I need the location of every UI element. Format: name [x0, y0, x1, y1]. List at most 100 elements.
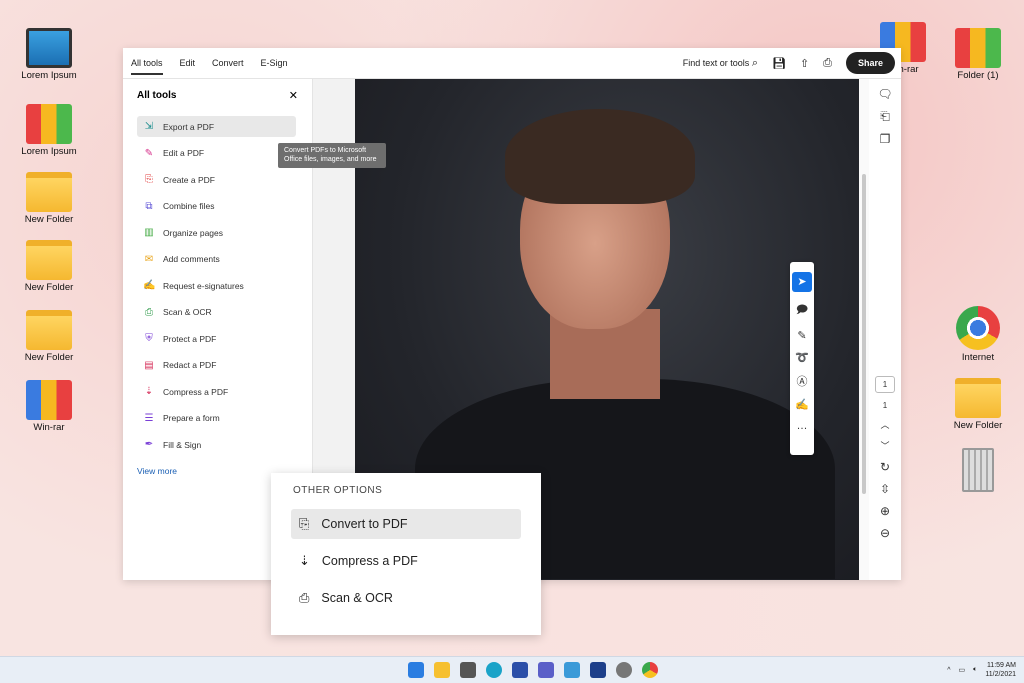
start-icon[interactable]	[408, 662, 424, 678]
icon-label: New Folder	[953, 420, 1003, 431]
more-icon[interactable]: …	[797, 420, 808, 432]
settings-icon[interactable]	[616, 662, 632, 678]
tool-item[interactable]: ⎙ Scan & OCR	[137, 302, 296, 323]
tool-item[interactable]: ☰ Prepare a form	[137, 408, 296, 429]
tool-label: Export a PDF	[163, 121, 215, 132]
tab-esign[interactable]: E-Sign	[261, 49, 288, 77]
tool-item[interactable]: ⧉ Combine files	[137, 196, 296, 217]
vertical-scrollbar[interactable]	[859, 79, 869, 580]
system-tray: ^ ▭ 🔈︎ 11:59 AM 11/2/2021	[947, 661, 1016, 679]
edge-icon[interactable]	[486, 662, 502, 678]
tool-icon: ▤	[144, 359, 154, 371]
save-icon[interactable]: 💾︎	[772, 57, 786, 70]
find-text-search[interactable]: Find text or tools ⌕	[683, 57, 758, 70]
print-icon[interactable]: ⎙	[823, 57, 832, 70]
tool-icon: ✒	[144, 439, 154, 450]
icon-label: Internet	[961, 352, 995, 363]
highlight-pen-icon[interactable]: ✎	[797, 329, 806, 342]
tool-item[interactable]: ⇣ Compress a PDF	[137, 381, 296, 402]
tool-label: Request e-signatures	[163, 280, 244, 291]
comments-icon[interactable]: 🗨︎	[877, 87, 892, 101]
photo-hair	[505, 109, 695, 204]
tool-icon: ⇣	[144, 386, 154, 397]
desktop-icon-lorem-ipsum[interactable]: Lorem Ipsum	[14, 28, 84, 81]
file-explorer-icon[interactable]	[434, 662, 450, 678]
paint-icon[interactable]	[564, 662, 580, 678]
time: 11:59 AM	[986, 661, 1016, 669]
pages-icon[interactable]: ❐	[880, 132, 891, 146]
share-button[interactable]: Share	[845, 52, 895, 74]
volume-icon[interactable]: 🔈︎	[973, 666, 977, 674]
option-icon: ⇣	[299, 553, 310, 568]
rotate-icon[interactable]: ↻	[880, 460, 890, 474]
tool-label: Scan & OCR	[163, 307, 212, 317]
other-option-item[interactable]: ⎙ Scan & OCR	[291, 583, 521, 613]
bookmark-icon[interactable]: ⎗	[880, 109, 890, 124]
tab-all-tools[interactable]: All tools	[131, 49, 163, 77]
winrar-icon	[26, 380, 72, 420]
tool-item[interactable]: ✒ Fill & Sign	[137, 434, 296, 455]
desktop-folder-3[interactable]: New Folder	[14, 310, 84, 363]
chevron-down-icon[interactable]: ﹀	[880, 439, 889, 452]
tool-icon: ✉	[144, 253, 154, 265]
fit-page-icon[interactable]: ⇳	[880, 482, 890, 496]
tool-item[interactable]: ⎘ Create a PDF	[137, 169, 296, 190]
top-bar: All tools Edit Convert E-Sign Find text …	[123, 48, 901, 79]
tool-icon: ☰	[144, 412, 154, 424]
upload-icon[interactable]: ⇧	[800, 57, 809, 70]
tool-icon: ✎	[144, 147, 154, 159]
store-icon[interactable]	[512, 662, 528, 678]
desktop-icon-internet[interactable]: Internet	[943, 306, 1013, 363]
tool-label: Redact a PDF	[163, 360, 217, 370]
recycle-bin-icon	[962, 448, 994, 492]
other-option-item[interactable]: ⇣ Compress a PDF	[291, 546, 521, 576]
tool-item[interactable]: ⛨ Protect a PDF	[137, 328, 296, 349]
scroll-thumb[interactable]	[862, 174, 866, 494]
tooltip: Convert PDFs to Microsoft Office files, …	[278, 143, 386, 168]
tool-item[interactable]: ✎ Edit a PDF	[137, 143, 296, 164]
page-number-input[interactable]: 1	[875, 376, 895, 393]
tool-item[interactable]: ⇲ Export a PDF	[137, 116, 296, 137]
icon-label: Lorem Ipsum	[21, 146, 77, 157]
panel-title: All tools	[137, 90, 177, 101]
chevron-up-icon[interactable]: ︿	[880, 418, 889, 431]
desktop-icon-winrar[interactable]: Win-rar	[14, 380, 84, 433]
tab-edit[interactable]: Edit	[180, 49, 196, 77]
zoom-out-icon[interactable]: ⊖	[880, 526, 890, 540]
teams-icon[interactable]	[538, 662, 554, 678]
date: 11/2/2021	[985, 671, 1016, 678]
view-more-link[interactable]: View more	[137, 466, 177, 476]
add-comment-icon[interactable]: 🗩︎	[796, 301, 808, 320]
taskbar: ^ ▭ 🔈︎ 11:59 AM 11/2/2021	[0, 656, 1024, 683]
close-icon[interactable]: ✕	[289, 89, 298, 102]
clock[interactable]: 11:59 AM 11/2/2021	[985, 661, 1016, 679]
camera-icon[interactable]	[460, 662, 476, 678]
icon-label: New Folder	[24, 214, 74, 225]
desktop-folder-2[interactable]: New Folder	[14, 240, 84, 293]
tool-icon: ▥	[144, 227, 154, 238]
desktop-icon-folder-1[interactable]: Folder (1)	[943, 28, 1013, 81]
draw-freehand-icon[interactable]: ➰	[795, 351, 809, 364]
tool-item[interactable]: ✍ Request e-signatures	[137, 275, 296, 296]
zoom-in-icon[interactable]: ⊕	[880, 504, 890, 518]
recycle-bin[interactable]	[943, 448, 1013, 494]
icon-label: New Folder	[24, 282, 74, 293]
app-icon[interactable]	[590, 662, 606, 678]
chrome-icon[interactable]	[642, 662, 658, 678]
tool-label: Edit a PDF	[163, 148, 205, 158]
desktop-folder-right[interactable]: New Folder	[943, 378, 1013, 431]
network-icon[interactable]: ▭	[959, 666, 966, 674]
select-cursor-icon[interactable]: ➤	[792, 272, 812, 292]
text-box-icon[interactable]: Ⓐ	[797, 373, 808, 389]
option-icon: ⎘	[299, 516, 310, 531]
tab-convert[interactable]: Convert	[212, 49, 244, 77]
tool-item[interactable]: ▤ Redact a PDF	[137, 355, 296, 376]
tool-item[interactable]: ✉ Add comments	[137, 249, 296, 270]
tool-item[interactable]: ▥ Organize pages	[137, 222, 296, 243]
other-option-item[interactable]: ⎘ Convert to PDF	[291, 509, 521, 539]
sign-icon[interactable]: ✍	[795, 398, 809, 411]
chevron-up-icon[interactable]: ^	[947, 667, 950, 674]
desktop-icon-lorem-ipsum-2[interactable]: Lorem Ipsum	[14, 104, 84, 157]
desktop-folder-1[interactable]: New Folder	[14, 172, 84, 225]
binders-icon	[955, 28, 1001, 68]
